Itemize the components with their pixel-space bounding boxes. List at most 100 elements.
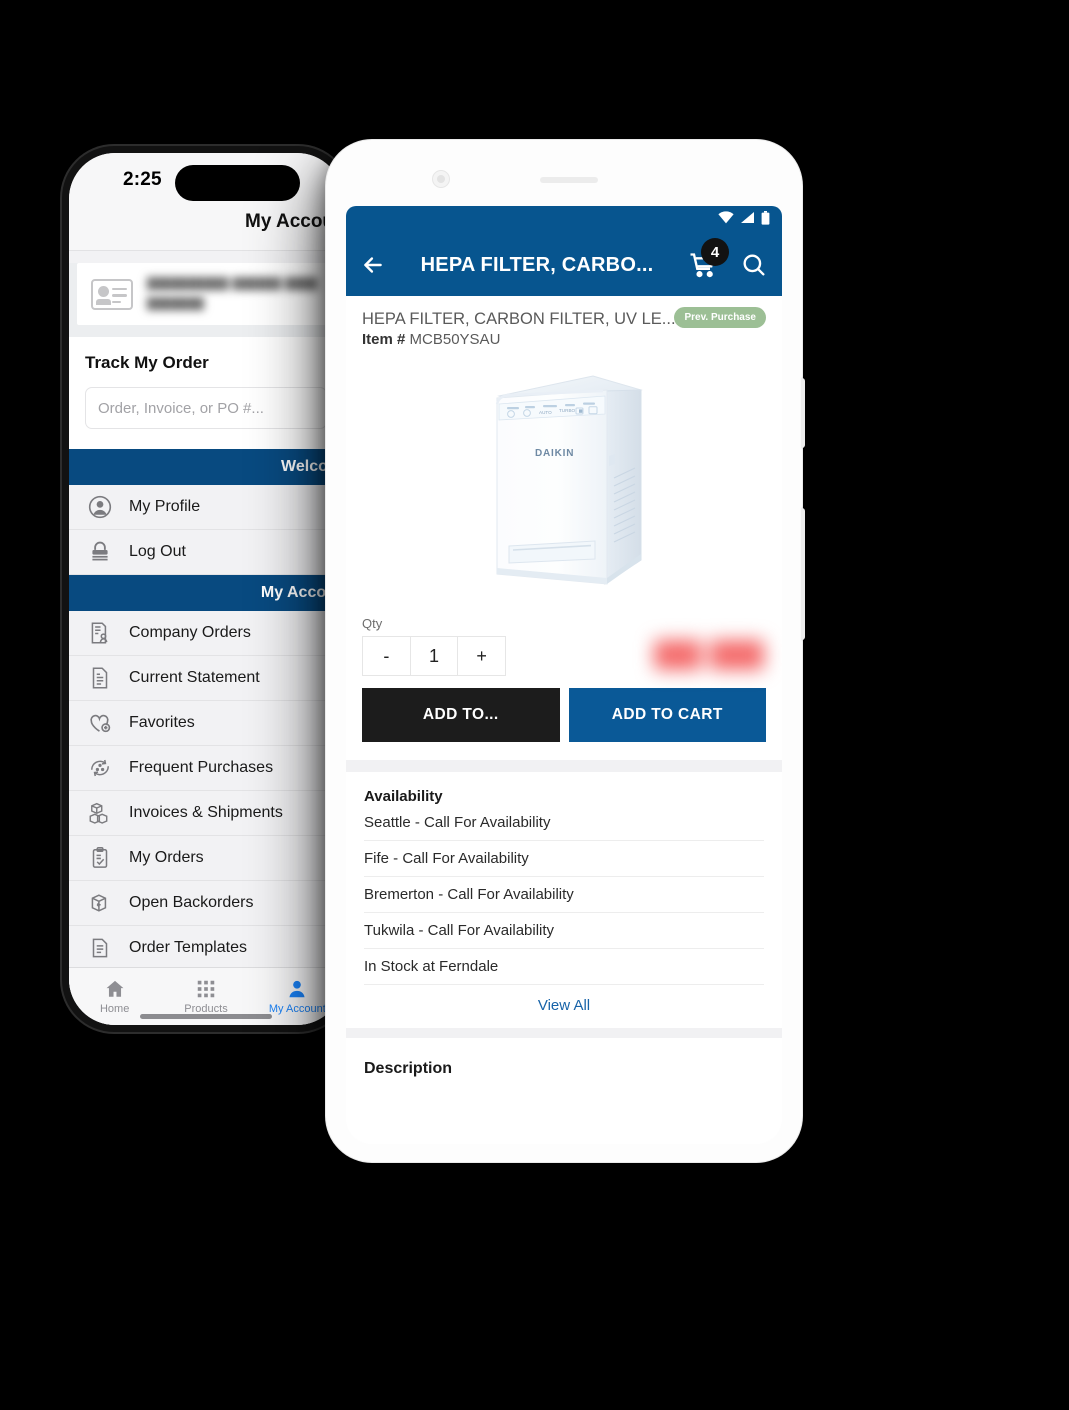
product-detail-page: HEPA FILTER, CARBON FILTER, UV LE... Ite… [346,296,782,1144]
left-phone-content: ██████████ ██████ ████ ███████ Track My … [69,263,343,1025]
add-to-cart-button[interactable]: ADD TO CART [568,688,766,742]
id-card-icon [91,278,133,310]
recurring-purchase-icon [87,755,113,781]
wifi-icon [718,211,734,229]
home-indicator[interactable] [140,1014,272,1019]
availability-row: In Stock at Ferndale [364,949,764,985]
tab-label: My Account [268,1003,326,1015]
sidebar-item-current-statement[interactable]: Current Statement [69,656,343,701]
back-arrow-icon[interactable] [360,252,386,278]
account-text: ██████████ ██████ ████ ███████ [147,278,318,310]
cart-button[interactable]: 4 [688,238,729,280]
sidebar-item-frequent-purchases[interactable]: Frequent Purchases [69,746,343,791]
section-divider-2 [346,1028,782,1038]
tab-label: Home [99,1003,130,1015]
left-phone-device: 2:25 My Account ██████████ ██████ ████ █… [62,146,350,1032]
earpiece-speaker [540,177,598,183]
availability-section: Availability Seattle - Call For Availabi… [346,772,782,1028]
sidebar-item-my-profile[interactable]: My Profile [69,485,343,530]
search-icon[interactable] [740,251,768,279]
item-number-value: MCB50YSAU [409,331,501,348]
boxes-icon [87,800,113,826]
svg-text:AUTO: AUTO [539,410,552,415]
sidebar-item-label: Order Templates [129,939,247,956]
person-icon [286,978,308,1000]
qty-value[interactable]: 1 [411,637,459,675]
availability-title: Availability [364,788,443,805]
product-item-number-row: Item # MCB50YSAU [362,331,766,348]
battery-icon [761,210,770,230]
phone-bezel-top [326,140,802,206]
grid-icon [195,978,217,1000]
product-image[interactable]: AUTO TURBO DAIKIN [346,354,782,616]
view-all-link[interactable]: View All [364,985,764,1028]
android-status-bar [346,206,782,234]
sidebar-item-log-out[interactable]: Log Out [69,530,343,575]
company-orders-icon [87,620,113,646]
heart-plus-icon [87,710,113,736]
quantity-stepper[interactable]: - 1 + [362,636,506,676]
section-header-welcome: Welcome [69,449,343,485]
left-phone-screen: 2:25 My Account ██████████ ██████ ████ █… [69,153,343,1025]
account-summary-card[interactable]: ██████████ ██████ ████ ███████ [77,263,335,325]
volume-button[interactable] [801,378,805,448]
description-section-title: Description [364,1060,453,1077]
sidebar-item-label: Company Orders [129,624,251,641]
sidebar-item-label: My Orders [129,849,204,866]
sidebar-item-label: My Profile [129,498,201,515]
sidebar-item-company-orders[interactable]: Company Orders [69,611,343,656]
section-header-my-account: My Account [69,575,343,611]
sidebar-item-label: Log Out [129,543,186,560]
qty-increment-button[interactable]: + [458,637,505,675]
cart-count-badge: 4 [701,238,729,266]
box-return-icon [87,890,113,916]
front-camera [432,170,450,188]
track-my-order-card: Track My Order Order, Invoice, or PO #..… [69,337,343,449]
ios-status-bar: 2:25 [69,153,343,205]
qty-label: Qty [362,616,383,631]
id-card-lines [112,287,127,308]
svg-text:TURBO: TURBO [559,408,576,413]
sidebar-item-label: Invoices & Shipments [129,804,283,821]
status-bar-time: 2:25 [123,169,162,190]
right-phone-screen: HEPA FILTER, CARBO... 4 HEPA FILTER, CAR… [346,206,782,1144]
availability-row: Bremerton - Call For Availability [364,877,764,913]
svg-text:DAIKIN: DAIKIN [535,448,574,459]
cta-buttons: ADD TO... ADD TO CART [346,688,782,742]
sidebar-item-label: Frequent Purchases [129,759,274,776]
dynamic-island [175,165,300,201]
availability-row: Fife - Call For Availability [364,841,764,877]
daikin-air-purifier-image: AUTO TURBO DAIKIN [495,375,643,585]
sidebar-item-invoices-shipments[interactable]: Invoices & Shipments [69,791,343,836]
availability-row: Tukwila - Call For Availability [364,913,764,949]
statement-document-icon [87,665,113,691]
app-bar-title: HEPA FILTER, CARBO... [420,253,654,276]
product-header: HEPA FILTER, CARBON FILTER, UV LE... Ite… [346,296,782,348]
quantity-row: Qty - 1 + [346,616,782,676]
account-email-redacted: ██████████ ██████ ████ [147,278,318,290]
add-to-button[interactable]: ADD TO... [362,688,560,742]
user-circle-icon [87,494,113,520]
power-button[interactable] [801,508,805,640]
track-order-input[interactable]: Order, Invoice, or PO #... [85,387,327,429]
home-icon [104,978,126,1000]
section-divider [346,760,782,772]
item-number-label: Item # [362,331,406,348]
account-company-redacted: ███████ [147,298,205,310]
sidebar-item-my-orders[interactable]: My Orders [69,836,343,881]
sidebar-item-order-templates[interactable]: Order Templates [69,926,343,971]
track-my-order-title: Track My Order [85,353,209,372]
sidebar-item-label: Favorites [129,714,195,731]
qty-decrement-button[interactable]: - [363,637,411,675]
availability-row: Seattle - Call For Availability [364,805,764,841]
prev-purchase-badge: Prev. Purchase [674,307,766,328]
lock-icon [87,539,113,565]
price-redacted [654,640,764,670]
signal-icon [740,211,755,229]
sidebar-item-favorites[interactable]: Favorites [69,701,343,746]
right-phone-device: HEPA FILTER, CARBO... 4 HEPA FILTER, CAR… [326,140,805,1162]
ios-nav-bar: My Account [69,205,343,251]
sidebar-item-open-backorders[interactable]: Open Backorders [69,881,343,926]
template-document-icon [87,935,113,961]
clipboard-check-icon [87,845,113,871]
